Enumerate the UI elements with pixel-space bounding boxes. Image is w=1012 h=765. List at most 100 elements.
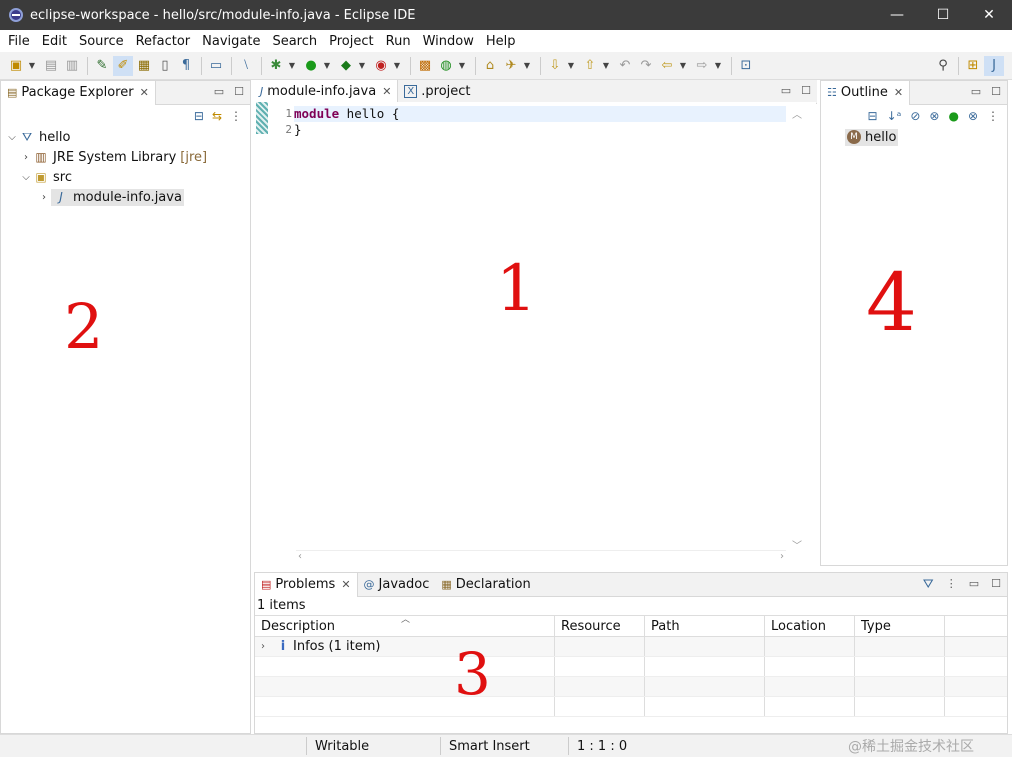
next-edit-location-icon[interactable]: ↷ [636, 56, 656, 76]
tab-declaration[interactable]: ▦ Declaration [435, 573, 536, 597]
show-source-icon[interactable]: ▯ [155, 56, 175, 76]
next-annotation-dropdown-icon[interactable]: ▼ [566, 56, 576, 76]
column-description[interactable]: Description ︿ [255, 615, 555, 636]
collapse-all-icon[interactable]: ⊟ [868, 109, 878, 123]
code-editor[interactable]: 1 2 module hello { } ︿ ﹀ ‹ › [256, 102, 816, 564]
expand-twisty-icon[interactable]: › [261, 641, 275, 652]
collapse-all-icon[interactable]: ⊟ [194, 109, 204, 123]
maximize-view-icon[interactable]: ☐ [801, 84, 811, 97]
menu-file[interactable]: File [2, 34, 36, 49]
close-icon[interactable]: ✕ [382, 85, 391, 98]
link-with-editor-icon[interactable]: ⇆ [212, 109, 222, 123]
close-window-button[interactable]: ✕ [966, 0, 1012, 30]
code-line[interactable]: module hello { [294, 106, 786, 122]
tree-item-hello[interactable]: ⌵ ⛛ hello [5, 127, 250, 147]
hide-local-types-icon[interactable]: ⊗ [968, 109, 978, 123]
table-row[interactable]: › i Infos (1 item) [255, 637, 1007, 657]
filter-icon[interactable]: ⛛ [923, 577, 934, 592]
skip-breakpoints-icon[interactable]: ⧵ [236, 56, 256, 76]
maximize-view-icon[interactable]: ☐ [991, 85, 1001, 98]
new-class-icon[interactable]: ◍ [436, 56, 456, 76]
debug-icon[interactable]: ✱ [266, 56, 286, 76]
forward-dropdown-icon[interactable]: ▼ [713, 56, 723, 76]
next-annotation-icon[interactable]: ⇩ [545, 56, 565, 76]
new-icon[interactable]: ▣ [6, 56, 26, 76]
previous-annotation-dropdown-icon[interactable]: ▼ [601, 56, 611, 76]
external-tools-icon[interactable]: ◉ [371, 56, 391, 76]
save-icon[interactable]: ▤ [41, 56, 61, 76]
minimize-view-icon[interactable]: ▭ [971, 85, 981, 98]
maximize-view-icon[interactable]: ☐ [991, 577, 1001, 592]
column-location[interactable]: Location [765, 616, 855, 636]
expand-twisty-icon[interactable]: › [37, 192, 51, 203]
minimize-view-icon[interactable]: ▭ [214, 85, 224, 98]
hide-fields-icon[interactable]: ⊘ [910, 109, 920, 123]
tab-outline[interactable]: ☷ Outline ✕ [821, 80, 911, 105]
open-folder-icon[interactable]: ⌂ [480, 56, 500, 76]
coverage-dropdown-icon[interactable]: ▼ [357, 56, 367, 76]
minimize-view-icon[interactable]: ▭ [781, 84, 791, 97]
back-dropdown-icon[interactable]: ▼ [678, 56, 688, 76]
tree-item-module-info[interactable]: › J module-info.java [5, 187, 250, 207]
tab-module-info[interactable]: J module-info.java ✕ [254, 79, 399, 104]
new-class-dropdown-icon[interactable]: ▼ [457, 56, 467, 76]
search-tool-dropdown-icon[interactable]: ▼ [522, 56, 532, 76]
menu-help[interactable]: Help [480, 34, 522, 49]
tab-javadoc[interactable]: @ Javadoc [358, 573, 436, 597]
view-menu-icon[interactable]: ⋮ [946, 577, 957, 592]
last-edit-location-icon[interactable]: ↶ [615, 56, 635, 76]
view-menu-icon[interactable]: ⋮ [987, 109, 999, 123]
sort-icon[interactable]: ↓ᵃ [887, 109, 902, 123]
column-type[interactable]: Type [855, 616, 945, 636]
open-type-icon[interactable]: ✎ [92, 56, 112, 76]
hide-nonpublic-icon[interactable]: ● [948, 109, 958, 123]
scroll-right-icon[interactable]: › [780, 551, 784, 562]
new-dropdown-icon[interactable]: ▼ [27, 56, 37, 76]
menu-edit[interactable]: Edit [36, 34, 73, 49]
menu-run[interactable]: Run [380, 34, 417, 49]
editor-horizontal-scrollbar[interactable]: ‹ › [296, 550, 786, 564]
terminal-icon[interactable]: ▭ [206, 56, 226, 76]
column-resource[interactable]: Resource [555, 616, 645, 636]
expand-twisty-icon[interactable]: › [19, 152, 33, 163]
menu-source[interactable]: Source [73, 34, 130, 49]
new-java-project-icon[interactable]: ▩ [415, 56, 435, 76]
pin-editor-icon[interactable]: ⊡ [736, 56, 756, 76]
menu-refactor[interactable]: Refactor [130, 34, 197, 49]
maximize-view-icon[interactable]: ☐ [234, 85, 244, 98]
menu-navigate[interactable]: Navigate [196, 34, 266, 49]
toggle-block-selection-icon[interactable]: ▦ [134, 56, 154, 76]
previous-annotation-icon[interactable]: ⇧ [580, 56, 600, 76]
close-icon[interactable]: ✕ [341, 578, 350, 591]
menu-window[interactable]: Window [417, 34, 480, 49]
tree-item-jre[interactable]: › ▥ JRE System Library [jre] [5, 147, 250, 167]
debug-dropdown-icon[interactable]: ▼ [287, 56, 297, 76]
maximize-button[interactable]: ☐ [920, 0, 966, 30]
run-icon[interactable]: ● [301, 56, 321, 76]
search-icon[interactable]: ⚲ [933, 56, 953, 76]
menu-project[interactable]: Project [323, 34, 379, 49]
minimize-button[interactable]: — [874, 0, 920, 30]
menu-search[interactable]: Search [266, 34, 323, 49]
open-perspective-icon[interactable]: ⊞ [963, 56, 983, 76]
run-dropdown-icon[interactable]: ▼ [322, 56, 332, 76]
close-icon[interactable]: ✕ [140, 86, 149, 99]
column-path[interactable]: Path [645, 616, 765, 636]
java-perspective-icon[interactable]: J [984, 55, 1004, 76]
code-line[interactable]: } [294, 122, 786, 138]
code-text[interactable]: module hello { } [294, 106, 786, 138]
editor-vertical-scrollbar[interactable]: ︿ ﹀ [790, 102, 804, 552]
save-all-icon[interactable]: ▥ [62, 56, 82, 76]
hide-static-icon[interactable]: ⊗ [929, 109, 939, 123]
outline-item-hello[interactable]: M hello [821, 127, 1007, 147]
tab-project-file[interactable]: X .project [398, 80, 476, 104]
scroll-down-icon[interactable]: ﹀ [792, 537, 802, 552]
scroll-up-icon[interactable]: ︿ [792, 106, 802, 121]
back-icon[interactable]: ⇦ [657, 56, 677, 76]
expand-twisty-icon[interactable]: ⌵ [5, 132, 19, 143]
show-whitespace-icon[interactable]: ¶ [176, 56, 196, 76]
tab-package-explorer[interactable]: ▤ Package Explorer ✕ [1, 80, 156, 105]
expand-twisty-icon[interactable]: ⌵ [19, 172, 33, 183]
tree-item-src[interactable]: ⌵ ▣ src [5, 167, 250, 187]
toggle-highlight-icon[interactable]: ✐ [113, 55, 133, 76]
